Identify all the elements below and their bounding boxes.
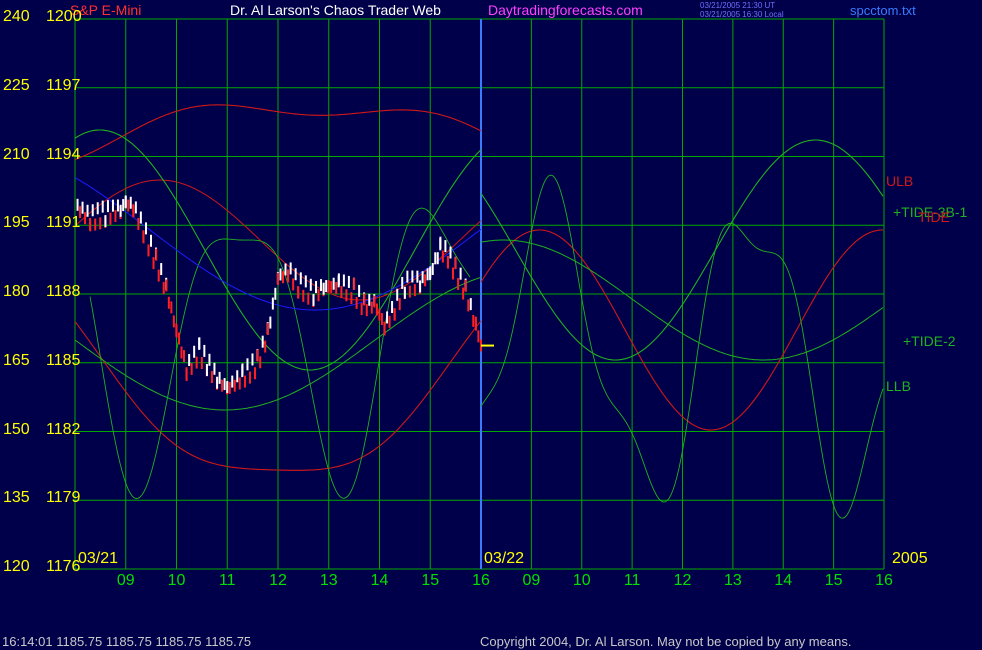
y-tick-label-right: 1179 [46, 489, 81, 507]
x-tick-label: 09 [522, 572, 541, 589]
timestamp-ut: 03/21/2005 21:30 UT [700, 1, 776, 10]
date-label-start: 03/21 [78, 550, 119, 567]
y-tick-label-left: 225 [3, 76, 30, 94]
timestamp-local: 03/21/2005 16:30 Local [700, 10, 784, 19]
series-label-tide-2: +TIDE-2 [903, 333, 956, 349]
y-tick-label-left: 120 [3, 558, 30, 575]
date-label-next: 03/22 [484, 550, 525, 567]
data-file-name: spcctom.txt [850, 3, 916, 18]
x-tick-label: 13 [319, 572, 338, 589]
x-tick-label: 10 [167, 572, 186, 589]
y-tick-label-left: 150 [3, 420, 30, 438]
x-tick-label: 12 [673, 572, 692, 589]
y-tick-label-right: 1194 [46, 145, 81, 163]
series-label-ulb: ULB [886, 173, 914, 189]
y-tick-label-right: 1176 [46, 558, 81, 575]
author-title: Dr. Al Larson's Chaos Trader Web [230, 2, 441, 18]
x-tick-label: 12 [269, 572, 287, 589]
copyright-notice: Copyright 2004, Dr. Al Larson. May not b… [480, 634, 852, 649]
x-tick-label: 11 [218, 572, 236, 589]
y-tick-label-right: 1185 [46, 351, 81, 369]
y-tick-label-left: 210 [3, 145, 30, 163]
series-label-llb: LLB [886, 378, 911, 394]
x-tick-label: 14 [774, 572, 793, 589]
x-tick-label: 09 [116, 572, 135, 589]
y-tick-label-left: 135 [3, 489, 30, 507]
y-tick-label-right: 1200 [46, 8, 82, 25]
x-tick-label: 16 [472, 572, 490, 589]
year-label: 2005 [892, 550, 928, 567]
x-tick-label: 11 [623, 572, 641, 589]
site-link[interactable]: Daytradingforecasts.com [488, 2, 643, 18]
y-tick-label-right: 1182 [46, 420, 81, 438]
y-tick-label-left: 240 [3, 8, 30, 25]
x-tick-label: 15 [824, 572, 843, 589]
x-tick-label: 10 [572, 572, 591, 589]
y-tick-label-right: 1188 [46, 283, 81, 300]
x-tick-label: 15 [421, 572, 440, 589]
last-quote: 16:14:01 1185.75 1185.75 1185.75 1185.75 [2, 634, 252, 649]
y-tick-label-right: 1197 [46, 76, 81, 94]
series-label-tide: TIDE [918, 209, 950, 225]
y-tick-label-left: 195 [3, 214, 30, 232]
x-tick-label: 16 [875, 572, 893, 589]
x-tick-label: 14 [370, 572, 389, 589]
y-tick-label-right: 1191 [46, 214, 81, 232]
y-tick-label-left: 165 [3, 351, 30, 369]
x-tick-label: 13 [723, 572, 742, 589]
y-tick-label-left: 180 [3, 283, 30, 300]
